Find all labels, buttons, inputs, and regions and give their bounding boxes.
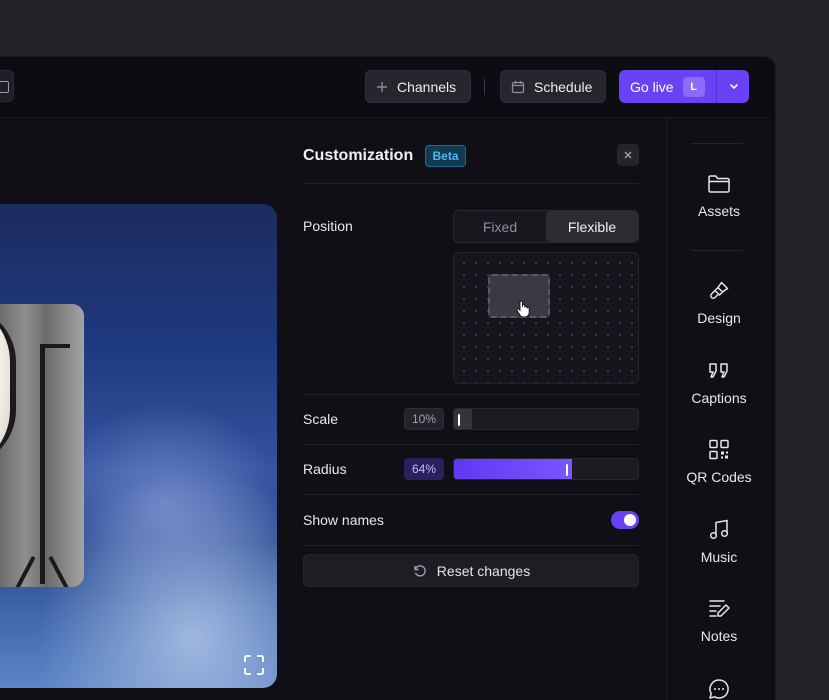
channels-button[interactable]: Channels [365,70,471,103]
scale-label: Scale [303,411,339,427]
sidebar-item-qr-codes[interactable]: QR Codes [667,439,771,485]
position-segmented-control: Fixed Flexible [453,210,639,243]
reset-label: Reset changes [436,562,531,579]
go-live-button[interactable]: Go live L [619,70,749,103]
video-preview[interactable] [0,204,277,688]
radius-slider-handle[interactable] [565,464,568,476]
radius-label: Radius [303,461,347,477]
quote-icon [709,363,728,378]
qr-code-icon [709,439,729,460]
camera-feed-tile[interactable] [0,304,84,587]
fullscreen-icon[interactable] [243,654,265,676]
divider [303,394,639,395]
scale-slider[interactable] [453,408,639,430]
close-button[interactable] [617,144,639,166]
radius-slider-fill [454,459,572,479]
schedule-label: Schedule [534,78,593,95]
sidebar-item-chat[interactable] [667,678,771,700]
music-note-icon [709,519,729,540]
notes-icon [709,600,730,617]
stand-leg [48,555,76,587]
scale-value-badge: 10% [404,408,444,430]
divider [303,494,639,495]
studio-light [0,306,16,466]
right-sidebar: Assets Design Captions QR Codes Music No… [666,118,770,700]
show-names-toggle[interactable] [611,511,639,529]
position-slot[interactable] [488,274,550,318]
panel-icon [0,81,9,93]
sidebar-divider [691,250,743,251]
folder-icon [708,175,730,193]
scale-slider-fill [454,409,473,429]
position-label: Position [303,218,353,234]
hand-cursor-icon [516,300,530,318]
sidebar-item-label: Music [700,549,738,565]
sidebar-item-music[interactable]: Music [667,519,771,565]
shortcut-key-badge: L [682,76,705,97]
app-window: Channels Schedule Go live L Customizatio… [0,56,776,700]
divider [303,444,639,445]
beta-badge: Beta [425,145,466,167]
toolbar-divider [484,79,485,95]
divider [303,183,639,184]
customization-panel: Customization Beta Position Fixed Flexib… [303,118,639,700]
schedule-button[interactable]: Schedule [500,70,606,103]
sidebar-item-label: Notes [700,628,738,644]
plus-icon [377,81,387,92]
position-option-flexible[interactable]: Flexible [546,211,638,242]
stand-leg [8,555,36,587]
chevron-down-icon[interactable] [727,79,741,93]
position-option-fixed[interactable]: Fixed [454,211,546,242]
radius-value-badge: 64% [404,458,444,480]
calendar-icon [511,80,525,93]
chat-bubble-icon [709,679,729,699]
divider [303,545,639,546]
sidebar-item-captions[interactable]: Captions [667,360,771,406]
reset-icon [414,565,426,577]
sidebar-item-assets[interactable]: Assets [667,173,771,219]
sidebar-item-label: Assets [697,203,740,219]
toggle-knob [624,514,636,526]
position-grid[interactable] [453,252,639,384]
go-live-label: Go live [630,78,674,95]
reset-changes-button[interactable]: Reset changes [303,554,639,587]
radius-slider[interactable] [453,458,639,480]
sidebar-divider [691,143,743,144]
sidebar-item-label: Design [697,310,741,326]
sidebar-item-notes[interactable]: Notes [667,598,771,644]
studio-panel: Customization Beta Position Fixed Flexib… [0,117,770,700]
show-names-label: Show names [303,512,384,528]
close-icon [624,151,632,159]
sidebar-item-design[interactable]: Design [667,280,771,326]
light-stand [40,344,45,584]
panel-title: Customization [303,147,414,164]
go-live-divider [716,70,717,103]
sidebar-item-label: QR Codes [686,469,752,485]
layout-toggle-button[interactable] [0,70,14,102]
scale-slider-handle[interactable] [458,414,460,426]
sidebar-item-label: Captions [691,390,747,406]
channels-label: Channels [397,78,457,95]
brush-icon [710,281,729,299]
